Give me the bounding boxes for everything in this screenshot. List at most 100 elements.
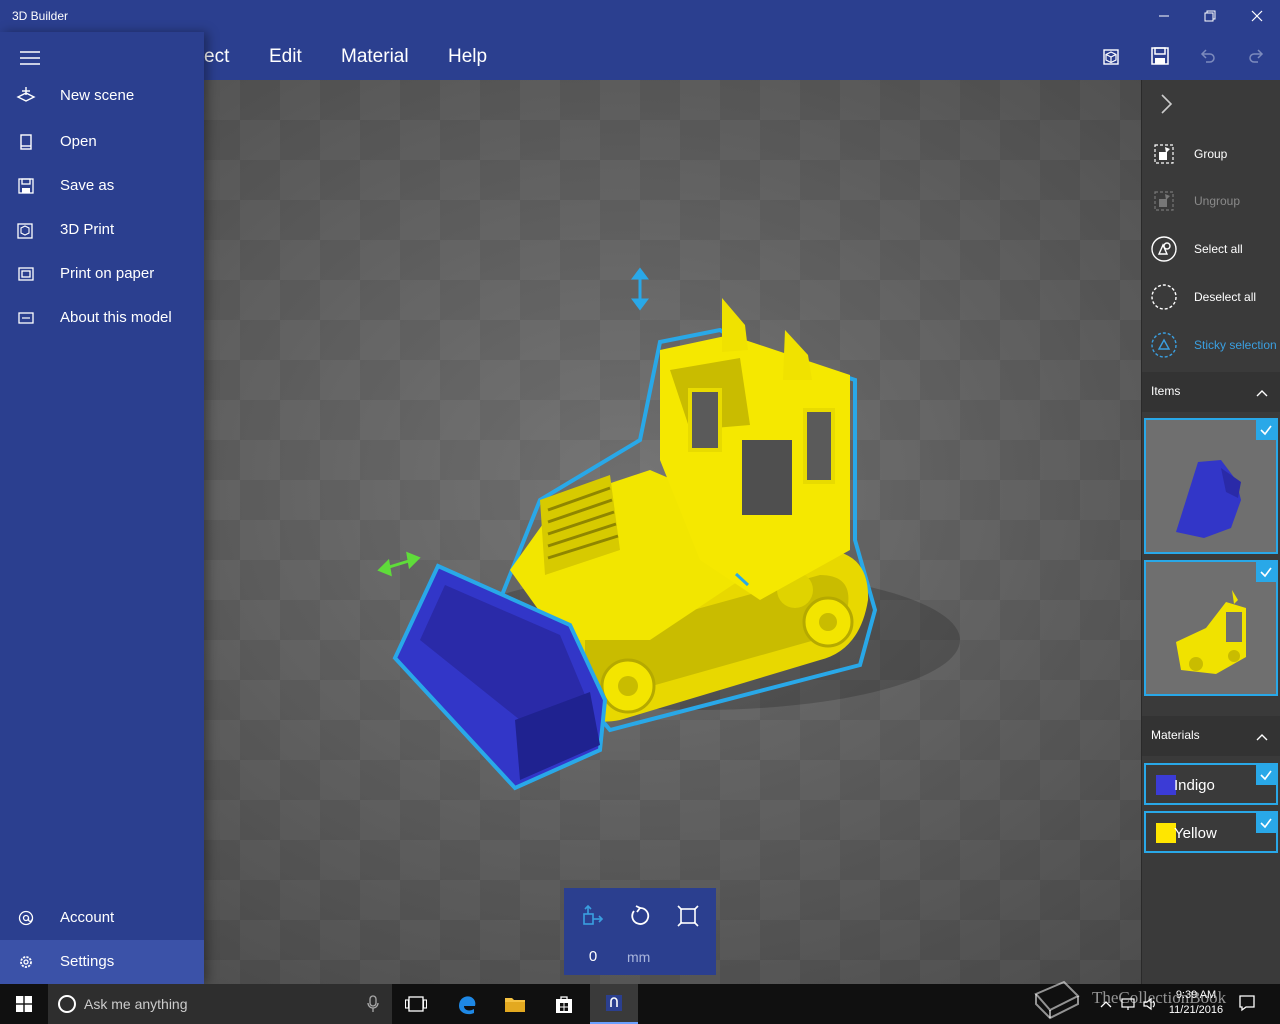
3d-view-button[interactable] (1094, 40, 1130, 72)
restore-button[interactable] (1187, 0, 1233, 32)
3d-view-icon (1103, 49, 1119, 65)
nav-3d-print[interactable]: 3D Print (0, 208, 204, 252)
select-all-icon (1150, 235, 1178, 263)
group-button[interactable]: Group (1142, 132, 1280, 176)
tab-object-partial[interactable]: ect (204, 46, 229, 68)
save-as-icon (16, 177, 36, 195)
chevron-right-icon (1161, 94, 1173, 114)
item-card-dozer[interactable] (1144, 560, 1278, 696)
deselect-all-button[interactable]: Deselect all (1142, 275, 1280, 319)
group-label: Group (1194, 147, 1228, 161)
material-check[interactable] (1256, 765, 1276, 785)
transform-unit: mm (627, 949, 651, 965)
material-yellow[interactable]: Yellow (1144, 811, 1278, 853)
scale-mode-button[interactable] (674, 902, 702, 930)
tab-help[interactable]: Help (448, 46, 487, 68)
nav-save-as[interactable]: Save as (0, 164, 204, 208)
3d-builder-app[interactable] (590, 984, 638, 1024)
search-input[interactable]: Ask me anything (84, 996, 188, 1012)
save-button[interactable] (1142, 40, 1178, 72)
navigation-drawer: New scene Open Save as 3D Print Print on… (0, 32, 204, 984)
taskbar: Ask me anything TheCollectionBook 9:39 A… (0, 980, 1280, 1024)
task-view-icon (405, 996, 427, 1012)
store-icon (556, 996, 572, 1013)
ungroup-button[interactable]: Ungroup (1142, 179, 1280, 223)
materials-section-header[interactable]: Materials (1142, 716, 1280, 756)
volume-icon[interactable] (1142, 996, 1158, 1012)
edge-app[interactable] (443, 984, 491, 1024)
material-indigo[interactable]: Indigo (1144, 763, 1278, 805)
redo-icon (1249, 49, 1264, 63)
nav-print-on-paper[interactable]: Print on paper (0, 252, 204, 296)
close-button[interactable] (1234, 0, 1280, 32)
nav-label: Open (60, 133, 97, 150)
notification-icon[interactable] (1238, 994, 1256, 1012)
network-icon[interactable] (1120, 996, 1136, 1012)
account-icon (16, 909, 36, 927)
move-icon (583, 904, 604, 925)
cortana-icon (58, 995, 76, 1013)
store-app[interactable] (540, 984, 588, 1024)
book-watermark-icon (1034, 980, 1080, 1020)
microphone-icon[interactable] (366, 995, 380, 1013)
print-icon (16, 265, 36, 283)
nav-label: 3D Print (60, 221, 115, 238)
redo-button[interactable] (1238, 40, 1274, 72)
clock[interactable]: 9:39 AM 11/21/2016 (1166, 988, 1226, 1018)
file-explorer-app[interactable] (491, 984, 539, 1024)
nav-about-model[interactable]: About this model (0, 296, 204, 340)
nav-account[interactable]: Account (0, 896, 204, 940)
indigo-swatch (1156, 775, 1176, 795)
select-all-label: Select all (1194, 242, 1243, 256)
sticky-selection-label: Sticky selection (1194, 338, 1277, 352)
select-all-button[interactable]: Select all (1142, 227, 1280, 271)
start-button[interactable] (0, 984, 48, 1024)
move-mode-button[interactable] (578, 902, 606, 930)
folder-icon (505, 998, 525, 1012)
ungroup-label: Ungroup (1194, 194, 1241, 208)
check-icon (1260, 770, 1272, 781)
deselect-all-icon (1150, 283, 1178, 311)
check-icon (1260, 818, 1272, 829)
nav-label: New scene (60, 87, 135, 104)
task-view-button[interactable] (392, 984, 440, 1024)
nav-settings[interactable]: Settings (0, 940, 204, 984)
items-section-header[interactable]: Items (1142, 372, 1280, 412)
scale-icon (677, 905, 699, 927)
rotate-icon (631, 905, 650, 925)
chevron-up-icon (1256, 390, 1268, 397)
transform-value[interactable]: 0 (586, 948, 600, 965)
new-scene-icon (16, 87, 36, 105)
nav-label: Print on paper (60, 265, 155, 282)
item-check[interactable] (1256, 562, 1276, 582)
gear-icon (16, 953, 36, 971)
chevron-up-icon[interactable] (1098, 996, 1114, 1012)
save-icon (1151, 47, 1169, 65)
nav-new-scene[interactable]: New scene (0, 74, 204, 118)
item-check[interactable] (1256, 420, 1276, 440)
sticky-selection-toggle[interactable]: Sticky selection (1142, 323, 1280, 367)
3d-builder-icon (606, 995, 622, 1011)
hamburger-icon (20, 51, 40, 65)
nav-label: About this model (60, 309, 172, 326)
materials-header-label: Materials (1151, 728, 1200, 742)
vertical-move-arrow (631, 267, 649, 311)
nav-label: Save as (60, 177, 115, 194)
material-check[interactable] (1256, 813, 1276, 833)
item-card-blade[interactable] (1144, 418, 1278, 554)
rotate-mode-button[interactable] (626, 902, 654, 930)
horizontal-move-arrow (377, 551, 421, 577)
check-icon (1260, 567, 1272, 578)
undo-button[interactable] (1190, 40, 1226, 72)
tab-edit[interactable]: Edit (269, 46, 302, 68)
minimize-button[interactable] (1141, 0, 1187, 32)
group-icon (1150, 140, 1178, 168)
chevron-up-icon (1256, 734, 1268, 741)
nav-open[interactable]: Open (0, 120, 204, 164)
tab-material[interactable]: Material (341, 46, 409, 68)
open-icon (16, 133, 36, 151)
collapse-panel-button[interactable] (1156, 92, 1176, 116)
hamburger-button[interactable] (12, 42, 48, 74)
search-box[interactable]: Ask me anything (48, 984, 392, 1024)
deselect-all-label: Deselect all (1194, 290, 1257, 304)
